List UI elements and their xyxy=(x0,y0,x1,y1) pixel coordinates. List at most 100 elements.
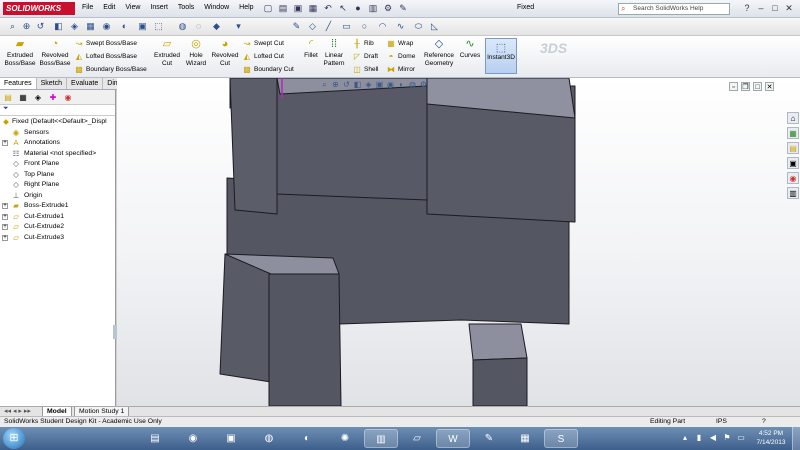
new-document-icon[interactable]: ▢ xyxy=(262,2,274,15)
reference-geometry-button[interactable]: ◇ Reference Geometry xyxy=(422,38,456,67)
menu-view[interactable]: View xyxy=(125,4,140,11)
tray-arrow-icon[interactable]: ▴ xyxy=(680,432,690,444)
tab-features[interactable]: Features xyxy=(0,78,37,89)
explorer-task-icon[interactable]: ▤ xyxy=(138,429,172,448)
design-library-icon[interactable]: ▦ xyxy=(787,127,799,139)
apply-scene-icon[interactable]: ▣ xyxy=(136,20,149,33)
dimxpert-manager-icon[interactable]: ✚ xyxy=(47,92,59,103)
model-viewport[interactable] xyxy=(117,78,800,406)
hud-hide-show-icon[interactable]: ◉ xyxy=(386,80,395,90)
spline-icon[interactable]: ∿ xyxy=(394,20,407,33)
rebuild-icon[interactable]: ● xyxy=(352,2,364,15)
solidworks-logo[interactable]: SOLIDWORKS xyxy=(3,2,75,15)
revolved-cut-button[interactable]: ◕ Revolved Cut xyxy=(210,38,240,67)
view-settings-icon[interactable]: ⬚ xyxy=(152,20,165,33)
taskbar-clock[interactable]: 4:52 PM 7/14/2013 xyxy=(753,429,789,447)
configuration-manager-icon[interactable]: ◈ xyxy=(32,92,44,103)
chamfer-icon[interactable]: ◺ xyxy=(428,20,441,33)
lofted-cut-button[interactable]: ◭ Lofted Cut xyxy=(242,51,284,62)
dome-button[interactable]: ◓ Dome xyxy=(386,51,416,62)
help-search-input[interactable]: ⌕ Search SolidWorks Help xyxy=(618,3,730,15)
menu-window[interactable]: Window xyxy=(204,4,229,11)
previous-view-icon[interactable]: ↺ xyxy=(34,20,47,33)
show-desktop-button[interactable] xyxy=(792,427,800,450)
start-button-icon[interactable]: ⊞ xyxy=(3,428,25,449)
hud-zoom-fit-icon[interactable]: ⌕ xyxy=(320,80,329,90)
sun-task-icon[interactable]: ✺ xyxy=(328,429,362,448)
realview-icon[interactable]: ◍ xyxy=(176,20,189,33)
appearances-icon[interactable]: ◉ xyxy=(787,172,799,184)
shadows-icon[interactable]: ◌ xyxy=(192,20,205,33)
viewport-minimize-icon[interactable]: ▫ xyxy=(729,82,738,91)
tray-display-icon[interactable]: ▭ xyxy=(736,432,746,444)
left-tall-block[interactable] xyxy=(229,78,278,215)
tree-item[interactable]: ◇ Right Plane xyxy=(0,180,115,191)
pin-icon[interactable]: ✎ xyxy=(397,2,409,15)
tab-sketch[interactable]: Sketch xyxy=(37,78,68,89)
rib-button[interactable]: ╫ Rib xyxy=(352,38,374,49)
hud-previous-view-icon[interactable]: ↺ xyxy=(342,80,351,90)
menu-tools[interactable]: Tools xyxy=(178,4,194,11)
right-foot-top[interactable] xyxy=(468,323,528,361)
tree-item[interactable]: + A Annotations xyxy=(0,138,115,149)
swept-cut-button[interactable]: ↝ Swept Cut xyxy=(242,38,284,49)
sketch-icon[interactable]: ✎ xyxy=(290,20,303,33)
expand-plus-icon[interactable]: + xyxy=(2,140,8,146)
display-style-icon[interactable]: ▦ xyxy=(84,20,97,33)
tree-filter[interactable]: ⏷ xyxy=(0,105,115,116)
draft-button[interactable]: ◸ Draft xyxy=(352,51,378,62)
swept-boss-button[interactable]: ↝ Swept Boss/Base xyxy=(74,38,137,49)
zoom-area-icon[interactable]: ⊕ xyxy=(20,20,33,33)
tree-item[interactable]: ◇ Top Plane xyxy=(0,170,115,181)
status-units[interactable]: IPS xyxy=(716,417,727,427)
maximize-icon[interactable]: □ xyxy=(770,2,780,14)
tray-volume-icon[interactable]: ◀ xyxy=(708,432,718,444)
property-manager-icon[interactable]: ▦ xyxy=(17,92,29,103)
hole-wizard-button[interactable]: ◎ Hole Wizard xyxy=(182,38,210,67)
word-task-icon[interactable]: W xyxy=(436,429,470,448)
hud-section-icon[interactable]: ◧ xyxy=(353,80,362,90)
extruded-boss-button[interactable]: ▰ Extruded Boss/Base xyxy=(4,38,36,67)
shell-button[interactable]: ◫ Shell xyxy=(352,64,378,75)
boundary-boss-button[interactable]: ▩ Boundary Boss/Base xyxy=(74,64,146,75)
menu-help[interactable]: Help xyxy=(239,4,253,11)
hud-settings-icon[interactable]: ⚙ xyxy=(419,80,428,90)
expand-plus-icon[interactable]: + xyxy=(2,203,8,209)
tree-item[interactable]: ◇ Front Plane xyxy=(0,159,115,170)
firefox-task-icon[interactable]: ◍ xyxy=(252,429,286,448)
hud-appearance-icon[interactable]: ◐ xyxy=(397,80,406,90)
select-arrow-icon[interactable]: ↖ xyxy=(337,2,349,15)
lofted-boss-button[interactable]: ◭ Lofted Boss/Base xyxy=(74,51,137,62)
instant3d-button[interactable]: ⬚ Instant3D xyxy=(485,38,517,74)
hud-display-style-icon[interactable]: ▣ xyxy=(375,80,384,90)
save-icon[interactable]: ▣ xyxy=(292,2,304,15)
file-explorer-icon[interactable]: ▤ xyxy=(787,142,799,154)
revolved-boss-button[interactable]: ◔ Revolved Boss/Base xyxy=(38,38,72,67)
menu-file[interactable]: File xyxy=(82,4,93,11)
window-task-icon[interactable]: ▱ xyxy=(400,429,434,448)
recess-panel[interactable] xyxy=(276,78,428,201)
open-folder-icon[interactable]: ▤ xyxy=(277,2,289,15)
arc-icon[interactable]: ◠ xyxy=(376,20,389,33)
file-properties-icon[interactable]: ▥ xyxy=(367,2,379,15)
tab-nav-icon[interactable]: ◂◂ ◂ ▸ ▸▸ xyxy=(4,407,31,416)
help-question-icon[interactable]: ? xyxy=(742,2,752,14)
undo-icon[interactable]: ↶ xyxy=(322,2,334,15)
calculator-task-icon[interactable]: ▦ xyxy=(508,429,542,448)
resources-icon[interactable]: ⌂ xyxy=(787,112,799,124)
tray-flag-icon[interactable]: ⚑ xyxy=(722,432,732,444)
menu-edit[interactable]: Edit xyxy=(103,4,115,11)
tab-evaluate[interactable]: Evaluate xyxy=(67,78,104,89)
monitor-task-icon[interactable]: ▣ xyxy=(214,429,248,448)
feature-manager-icon[interactable]: ▤ xyxy=(2,92,14,103)
custom-properties-icon[interactable]: ▥ xyxy=(787,187,799,199)
tree-item[interactable]: + ▱ Cut-Extrude3 xyxy=(0,233,115,244)
hud-orientation-icon[interactable]: ◈ xyxy=(364,80,373,90)
hide-show-icon[interactable]: ◉ xyxy=(100,20,113,33)
close-icon[interactable]: ✕ xyxy=(784,2,794,14)
boundary-cut-button[interactable]: ▩ Boundary Cut xyxy=(242,64,294,75)
display-manager-icon[interactable]: ◉ xyxy=(62,92,74,103)
hud-scene-icon[interactable]: ◍ xyxy=(408,80,417,90)
pdf-task-icon[interactable]: ▥ xyxy=(364,429,398,448)
hud-zoom-area-icon[interactable]: ⊕ xyxy=(331,80,340,90)
